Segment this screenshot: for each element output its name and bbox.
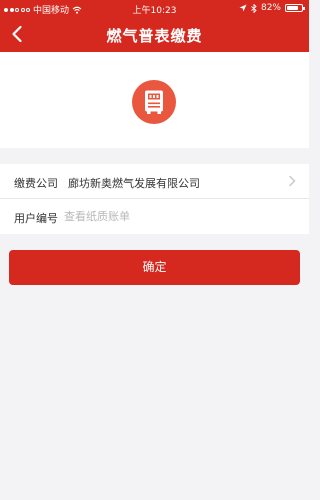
battery-icon <box>285 4 305 12</box>
status-right: 82% <box>239 3 305 13</box>
battery-level <box>287 6 298 10</box>
company-label: 缴费公司 <box>14 177 58 190</box>
bluetooth-icon <box>251 3 257 13</box>
gas-meter-icon <box>132 80 176 124</box>
logo-area <box>0 52 309 148</box>
battery-percent: 82% <box>260 3 281 13</box>
user-number-label: 用户编号 <box>14 212 58 225</box>
status-bar: 中国移动 上午10:23 82% <box>0 0 309 16</box>
user-number-input[interactable] <box>64 205 284 227</box>
company-row[interactable]: 缴费公司 廊坊新奥燃气发展有限公司 <box>0 164 309 199</box>
nav-bar: 燃气普表缴费 <box>0 16 309 52</box>
payment-screen: 中国移动 上午10:23 82% 燃气普表缴费 缴费公司 廊坊新奥燃气发展有限公… <box>0 0 309 500</box>
payment-form: 缴费公司 廊坊新奥燃气发展有限公司 用户编号 <box>0 164 309 234</box>
page-title: 燃气普表缴费 <box>106 27 203 45</box>
user-number-row: 用户编号 <box>0 199 309 234</box>
chevron-right-icon[interactable] <box>287 175 297 187</box>
confirm-button[interactable]: 确定 <box>9 250 300 285</box>
company-value: 廊坊新奥燃气发展有限公司 <box>68 177 200 190</box>
location-arrow-icon <box>239 4 247 12</box>
